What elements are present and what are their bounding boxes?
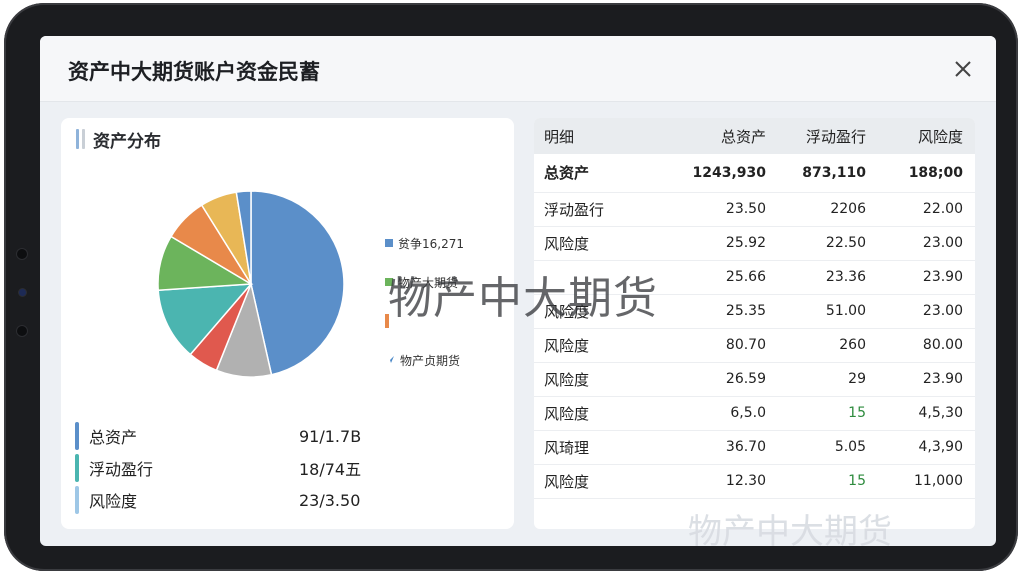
row-label-cell: 浮动盈行	[544, 200, 605, 219]
dialog-title: 资产中大期货账户资金民蓄	[68, 60, 320, 84]
summary-marker	[75, 454, 79, 482]
camera-dot	[17, 326, 27, 336]
value-cell: 25.35	[725, 303, 766, 319]
legend-item: 贫争16,271	[385, 232, 505, 254]
row-label-cell	[534, 260, 664, 294]
value-cell: 1243,930	[692, 164, 766, 181]
legend-swatch	[385, 314, 389, 328]
legend-label: 物产大期货	[398, 275, 459, 290]
value-cell: 51.00	[825, 303, 866, 319]
table-row[interactable]: 风险度 25.35 51.00 23.00	[534, 294, 975, 328]
table-row[interactable]: 浮动盈行 23.50 2206 22.00	[534, 192, 975, 226]
sensor-dot	[19, 289, 26, 296]
table-header-row: 明细 总资产 浮动盈行 风险度	[534, 118, 975, 154]
value-cell: 15	[848, 473, 866, 489]
table-row[interactable]: 风险度 12.30 15 11,000	[534, 464, 975, 498]
summary-label: 总资产	[89, 428, 138, 447]
screen: 资产中大期货账户资金民蓄 资产分布 贫争16,271 物产大期货 物产贞期货 总…	[40, 36, 996, 546]
card-title: 资产分布	[93, 131, 161, 152]
value-cell: 4,3,90	[918, 439, 963, 455]
column-header[interactable]: 风险度	[878, 118, 975, 154]
value-cell: 22.00	[922, 201, 963, 217]
tablet-frame: 资产中大期货账户资金民蓄 资产分布 贫争16,271 物产大期货 物产贞期货 总…	[4, 3, 1018, 571]
value-cell: 23.00	[922, 235, 963, 251]
value-cell: 260	[839, 337, 866, 353]
value-cell: 23.90	[922, 269, 963, 285]
value-cell: 188;00	[908, 164, 963, 181]
value-cell: 80.00	[922, 337, 963, 353]
legend-item	[385, 310, 505, 332]
card-header: 资产分布	[76, 127, 161, 152]
value-cell: 4,5,30	[918, 405, 963, 421]
table-row[interactable]: 风险度 6,5.0 15 4,5,30	[534, 396, 975, 430]
value-cell: 25.66	[725, 269, 766, 285]
value-cell: 23.36	[825, 269, 866, 285]
row-label-cell: 风险度	[544, 302, 590, 321]
asset-distribution-card: 资产分布 贫争16,271 物产大期货 物产贞期货 总资产 91/1.7B 浮动…	[61, 118, 514, 529]
summary-label: 风险度	[89, 492, 138, 511]
camera-dot	[17, 249, 27, 259]
asset-pie-chart	[157, 190, 345, 378]
row-label-cell: 风险度	[544, 404, 590, 423]
column-header[interactable]: 明细	[534, 118, 664, 154]
value-cell: 23.50	[725, 201, 766, 217]
value-cell: 873,110	[802, 164, 866, 181]
table-row[interactable]: 风险度 25.92 22.50 23.00	[534, 226, 975, 260]
table-row[interactable]: 风琦理 36.70 5.05 4,3,90	[534, 430, 975, 464]
value-cell: 12.30	[725, 473, 766, 489]
table-row[interactable]: 风险度 80.70 260 80.00	[534, 328, 975, 362]
legend-item: 物产大期货	[385, 271, 505, 293]
row-label-cell: 总资产	[544, 164, 590, 183]
value-cell: 11,000	[914, 473, 963, 489]
pie-legend: 贫争16,271 物产大期货 物产贞期货	[385, 232, 505, 388]
row-label-cell: 风险度	[544, 234, 590, 253]
row-label-cell: 风险度	[544, 472, 590, 491]
legend-swatch	[385, 239, 393, 247]
summary-marker	[75, 422, 79, 450]
summary-value: 91/1.7B	[299, 426, 362, 446]
summary-row: 浮动盈行 18/74五	[75, 452, 375, 484]
detail-table: 明细 总资产 浮动盈行 风险度 总资产 1243,930 873,110 188;00…	[534, 118, 975, 499]
value-cell: 2206	[830, 201, 866, 217]
summary-marker	[75, 486, 79, 514]
value-cell: 15	[848, 405, 866, 421]
title-bars-icon	[76, 129, 85, 149]
column-header[interactable]: 总资产	[664, 118, 778, 154]
value-cell: 80.70	[725, 337, 766, 353]
table-row[interactable]: 总资产 1243,930 873,110 188;00	[534, 154, 975, 192]
asset-summary: 总资产 91/1.7B 浮动盈行 18/74五 风险度 23/3.50	[75, 420, 375, 516]
legend-swatch	[385, 278, 393, 286]
value-cell: 29	[848, 371, 866, 387]
row-label-cell: 风险度	[544, 336, 590, 355]
summary-value: 18/74五	[299, 460, 362, 479]
row-label-cell: 风琦理	[544, 438, 590, 457]
legend-label: 贫争16,271	[398, 236, 464, 251]
legend-label: 物产贞期货	[400, 353, 461, 368]
close-icon[interactable]	[952, 58, 974, 80]
value-cell: 6,5.0	[730, 405, 766, 421]
dialog-header: 资产中大期货账户资金民蓄	[40, 36, 996, 102]
arrow-icon	[386, 356, 394, 364]
summary-value: 23/3.50	[299, 490, 361, 510]
row-label-cell: 风险度	[544, 370, 590, 389]
column-header[interactable]: 浮动盈行	[778, 118, 878, 154]
value-cell: 26.59	[725, 371, 766, 387]
summary-row: 总资产 91/1.7B	[75, 420, 375, 452]
summary-row: 风险度 23/3.50	[75, 484, 375, 516]
value-cell: 22.50	[825, 235, 866, 251]
table-row[interactable]: 风险度 26.59 29 23.90	[534, 362, 975, 396]
value-cell: 36.70	[725, 439, 766, 455]
detail-table-card: 明细 总资产 浮动盈行 风险度 总资产 1243,930 873,110 188;00…	[534, 118, 975, 529]
value-cell: 23.90	[922, 371, 963, 387]
table-row[interactable]: 25.66 23.36 23.90	[534, 260, 975, 294]
value-cell: 23.00	[922, 303, 963, 319]
summary-label: 浮动盈行	[89, 460, 154, 479]
value-cell: 25.92	[725, 235, 766, 251]
legend-item: 物产贞期货	[385, 349, 505, 371]
value-cell: 5.05	[834, 439, 866, 455]
